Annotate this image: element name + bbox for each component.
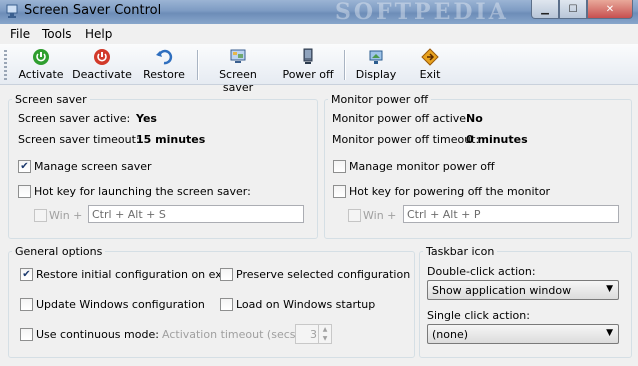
- monitor-hotkey-checkbox[interactable]: [333, 185, 346, 198]
- single-click-select[interactable]: (none) ▼: [427, 324, 619, 344]
- restore-config-checkbox[interactable]: ✔: [20, 268, 33, 281]
- double-click-select[interactable]: Show application window ▼: [427, 280, 619, 300]
- maximize-icon: ☐: [568, 3, 578, 15]
- manage-screen-saver-checkbox[interactable]: ✔: [18, 160, 31, 173]
- load-startup-label: Load on Windows startup: [236, 298, 376, 311]
- undo-arrow-icon: [156, 49, 173, 65]
- minimize-button[interactable]: ▁: [531, 0, 559, 19]
- menu-help[interactable]: Help: [85, 27, 112, 41]
- double-click-value: Show application window: [432, 284, 572, 297]
- monitor-hotkey-input[interactable]: Ctrl + Alt + P: [403, 205, 619, 223]
- continuous-mode-label: Use continuous mode:: [36, 328, 159, 341]
- monitor-win-label: Win +: [363, 209, 397, 222]
- monitor-icon: [303, 48, 313, 64]
- watermark: SOFTPEDIA: [335, 0, 509, 25]
- monitor-win-checkbox[interactable]: [348, 209, 361, 222]
- toolbar-separator: [344, 50, 346, 80]
- app-icon: [6, 4, 18, 18]
- manage-monitor-checkbox[interactable]: [333, 160, 346, 173]
- general-options-group-label: General options: [12, 245, 106, 258]
- menu-tools[interactable]: Tools: [42, 27, 72, 41]
- continuous-mode-checkbox[interactable]: [20, 328, 33, 341]
- power-off-icon: [94, 49, 110, 65]
- manage-screen-saver-label: Manage screen saver: [34, 160, 152, 173]
- screen-saver-timeout-value: 15 minutes: [136, 133, 206, 146]
- screen-saver-active-label: Screen saver active:: [18, 112, 131, 125]
- toolbar-separator: [197, 50, 199, 80]
- manage-monitor-label: Manage monitor power off: [349, 160, 495, 173]
- power-on-icon: [33, 49, 49, 65]
- menu-bar: File Tools Help: [0, 24, 638, 44]
- menu-file[interactable]: File: [10, 27, 30, 41]
- toolbar-grip[interactable]: [4, 50, 7, 80]
- minimize-icon: ▁: [541, 3, 549, 15]
- screen-saver-hotkey-checkbox[interactable]: [18, 185, 31, 198]
- maximize-button[interactable]: ☐: [559, 0, 587, 19]
- screen-saver-active-value: Yes: [136, 112, 157, 125]
- preserve-config-checkbox[interactable]: [220, 268, 233, 281]
- screen-saver-icon: [230, 49, 246, 63]
- screen-saver-win-label: Win +: [49, 209, 83, 222]
- monitor-timeout-value: 0 minutes: [466, 133, 528, 146]
- monitor-power-group-label: Monitor power off: [328, 93, 432, 106]
- monitor-active-value: No: [466, 112, 483, 125]
- monitor-hotkey-label: Hot key for powering off the monitor: [349, 185, 551, 198]
- exit-label: Exit: [419, 68, 441, 81]
- restore-label: Restore: [143, 68, 185, 81]
- power-off-label: Power off: [282, 68, 334, 81]
- window-title: Screen Saver Control: [24, 3, 162, 18]
- activate-button[interactable]: Activate: [18, 48, 64, 82]
- toolbar: Activate Deactivate Restore Screen saver…: [0, 44, 638, 94]
- chevron-down-icon: ▼: [606, 328, 613, 338]
- single-click-label: Single click action:: [427, 309, 530, 322]
- taskbar-icon-group-label: Taskbar icon: [423, 245, 498, 258]
- activation-timeout-spinner[interactable]: 3 ▲ ▼: [295, 324, 332, 344]
- title-bar[interactable]: Screen Saver Control SOFTPEDIA ▁ ☐ ✕: [0, 0, 638, 25]
- double-click-label: Double-click action:: [427, 265, 536, 278]
- restore-button[interactable]: Restore: [142, 48, 186, 82]
- screen-saver-timeout-label: Screen saver timeout:: [18, 133, 140, 146]
- exit-icon: [421, 48, 439, 66]
- screen-saver-hotkey-label: Hot key for launching the screen saver:: [34, 185, 251, 198]
- load-startup-checkbox[interactable]: [220, 298, 233, 311]
- deactivate-label: Deactivate: [72, 68, 132, 81]
- activation-timeout-value: 3: [310, 328, 317, 341]
- app-window: Screen Saver Control SOFTPEDIA ▁ ☐ ✕ Fil…: [0, 0, 638, 366]
- close-icon: ✕: [605, 3, 615, 15]
- activation-timeout-label: Activation timeout (secs.):: [162, 328, 307, 341]
- update-windows-checkbox[interactable]: [20, 298, 33, 311]
- chevron-down-icon: ▼: [606, 284, 613, 294]
- power-off-button[interactable]: Power off: [281, 48, 335, 82]
- exit-button[interactable]: Exit: [412, 48, 448, 82]
- update-windows-label: Update Windows configuration: [36, 298, 205, 311]
- screen-saver-hotkey-input[interactable]: Ctrl + Alt + S: [88, 205, 304, 223]
- activate-label: Activate: [18, 68, 64, 81]
- preserve-config-label: Preserve selected configuration: [236, 268, 411, 281]
- screen-saver-button[interactable]: Screen saver: [205, 48, 271, 94]
- monitor-active-label: Monitor power off active:: [332, 112, 470, 125]
- screen-saver-win-checkbox[interactable]: [34, 209, 47, 222]
- screen-saver-group-label: Screen saver: [12, 93, 90, 106]
- spinner-arrows-icon[interactable]: ▲ ▼: [318, 325, 331, 343]
- restore-config-label: Restore initial configuration on exit: [36, 268, 230, 281]
- monitor-timeout-label: Monitor power off timeout:: [332, 133, 480, 146]
- display-label: Display: [355, 68, 397, 81]
- display-button[interactable]: Display: [354, 48, 398, 82]
- screen-saver-label: Screen saver: [219, 68, 257, 94]
- single-click-value: (none): [432, 328, 469, 341]
- display-icon: [369, 50, 383, 64]
- close-button[interactable]: ✕: [587, 0, 633, 19]
- deactivate-button[interactable]: Deactivate: [72, 48, 132, 82]
